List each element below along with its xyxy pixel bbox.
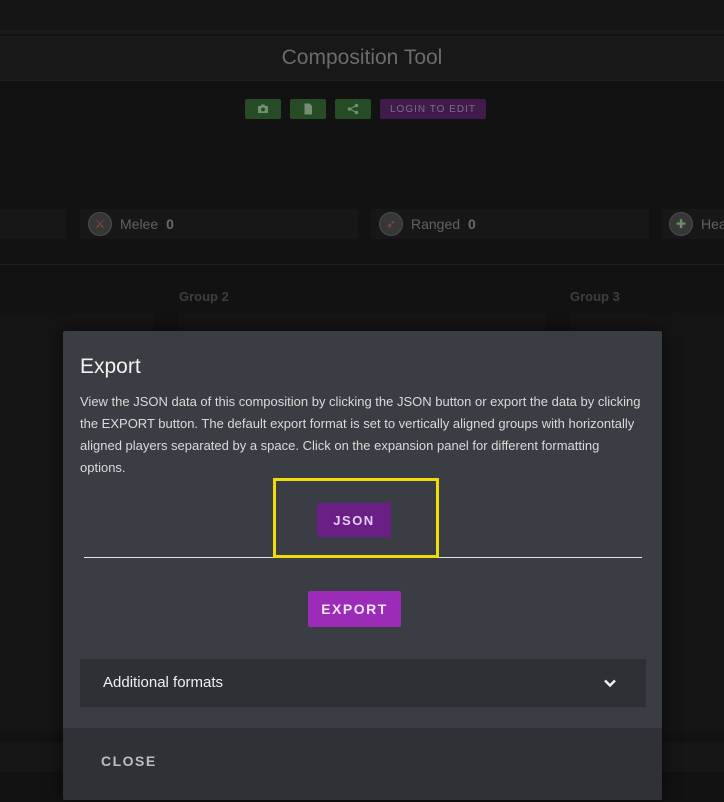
dialog-title: Export xyxy=(80,355,141,378)
chevron-down-icon xyxy=(602,675,618,691)
expansion-label: Additional formats xyxy=(103,674,224,691)
dialog-description: View the JSON data of this composition b… xyxy=(80,394,641,475)
additional-formats-panel[interactable]: Additional formats xyxy=(80,659,646,707)
close-button[interactable]: CLOSE xyxy=(101,753,157,769)
export-dialog: Export View the JSON data of this compos… xyxy=(63,331,662,800)
highlight-box xyxy=(273,478,439,558)
export-button[interactable]: EXPORT xyxy=(308,591,401,627)
dialog-actions: CLOSE xyxy=(63,728,662,800)
